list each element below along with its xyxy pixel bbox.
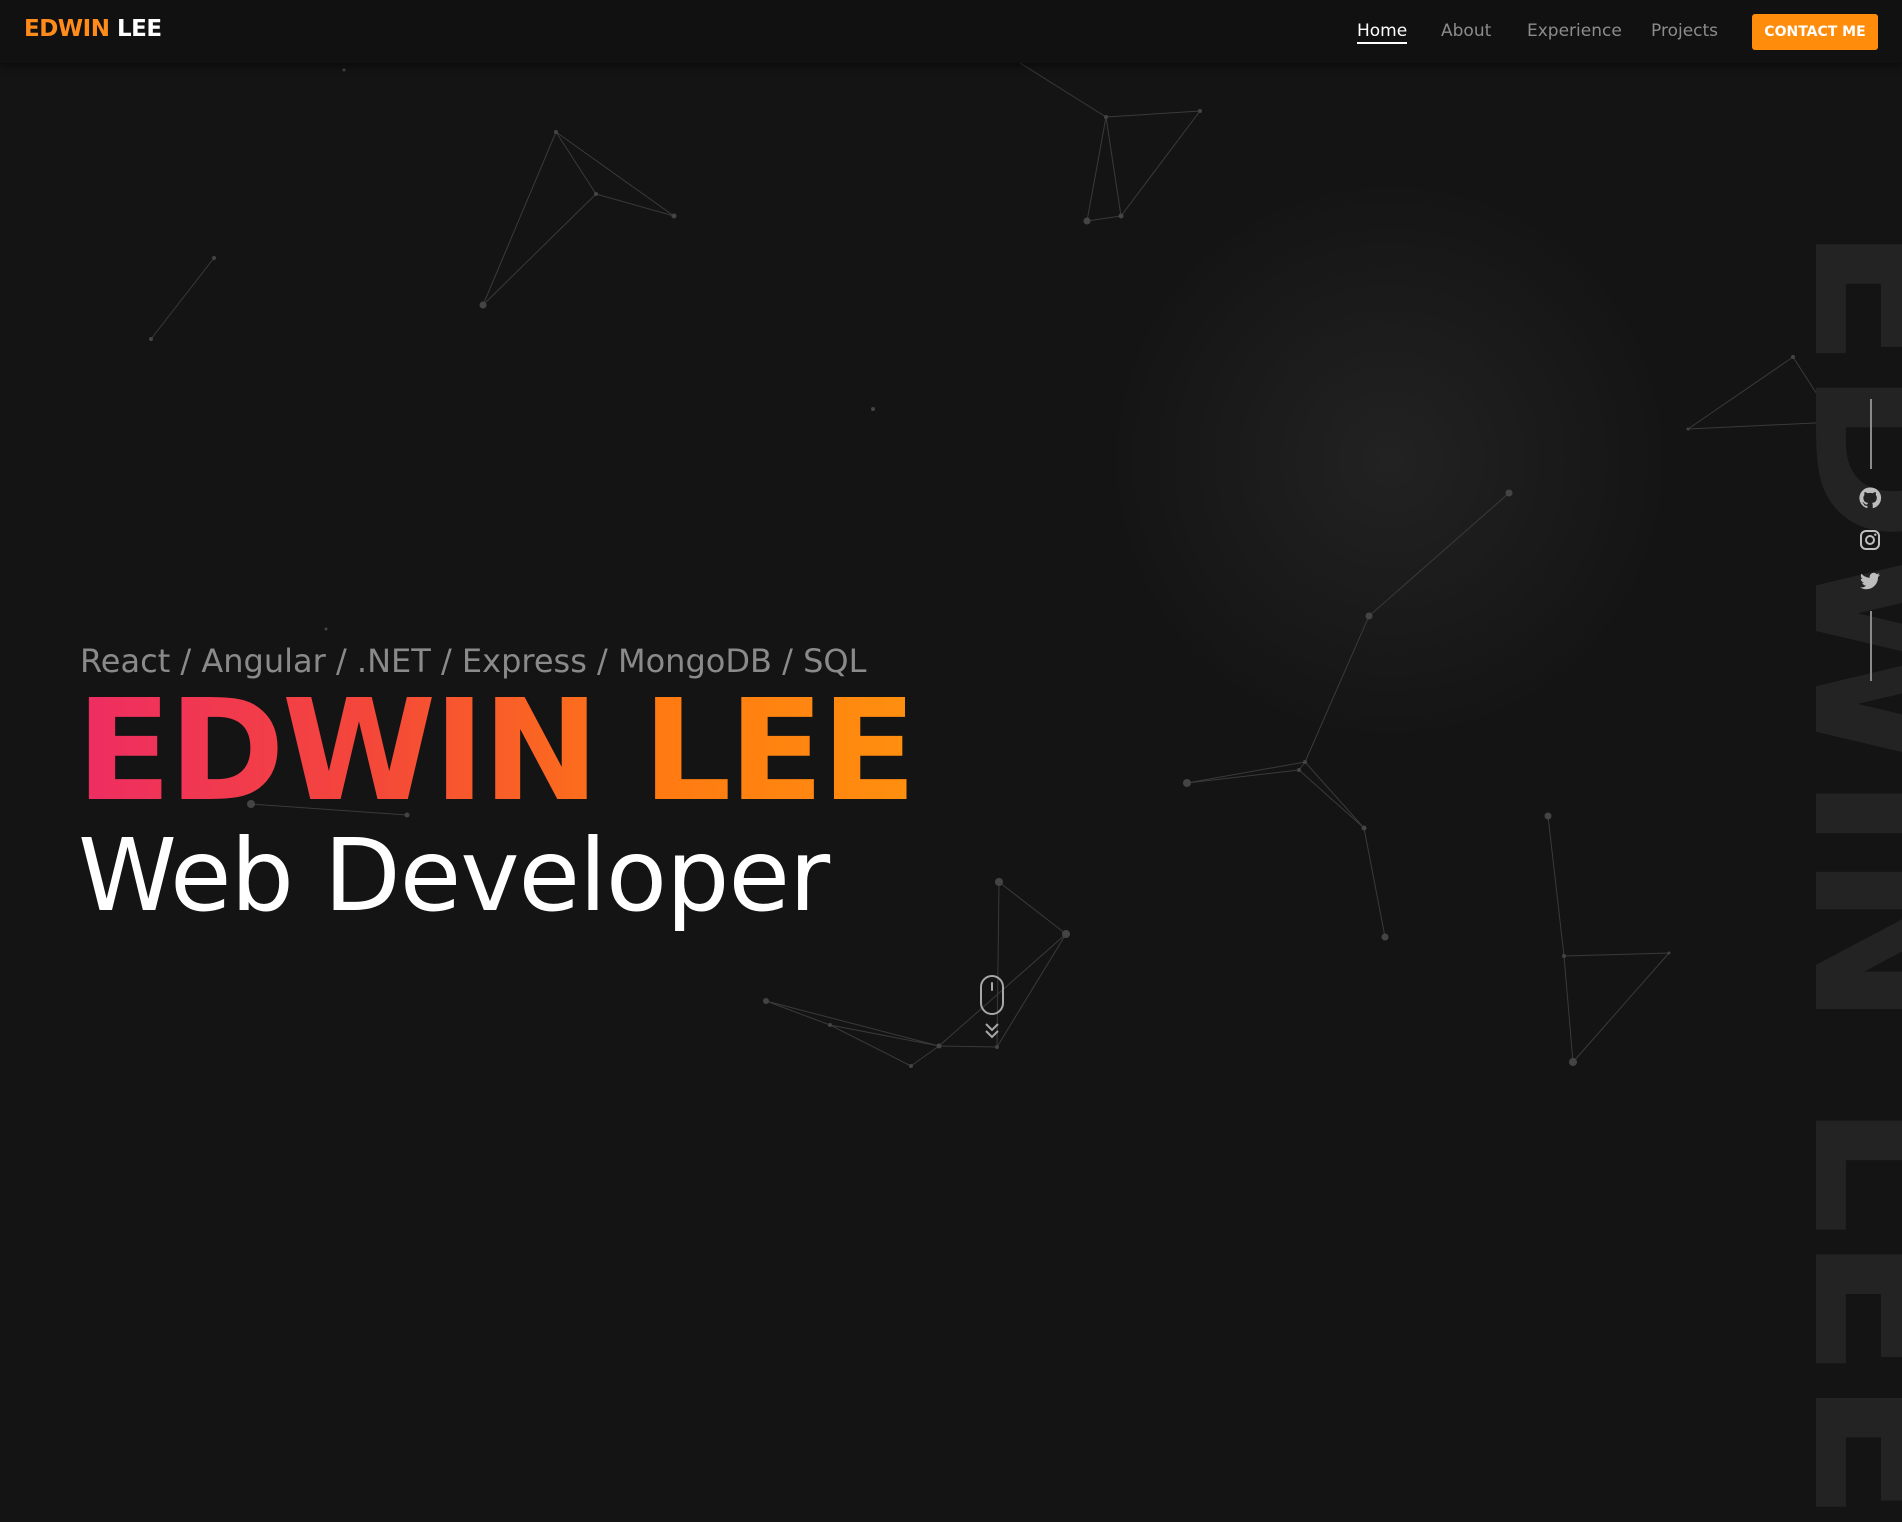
double-chevron-down-icon[interactable] bbox=[983, 1022, 1001, 1040]
github-icon[interactable] bbox=[1858, 486, 1882, 510]
contact-me-button[interactable]: CONTACT ME bbox=[1752, 14, 1878, 50]
mouse-icon[interactable] bbox=[979, 974, 1005, 1016]
top-navbar: EDWIN LEE Home About Experience Projects… bbox=[0, 0, 1902, 63]
hero-role: Web Developer bbox=[78, 817, 830, 934]
twitter-icon[interactable] bbox=[1858, 569, 1882, 593]
hero-name: EDWIN LEE bbox=[76, 670, 917, 833]
nav-link-home[interactable]: Home bbox=[1357, 21, 1408, 44]
nav-link-about[interactable]: About bbox=[1441, 21, 1491, 41]
nav-link-projects[interactable]: Projects bbox=[1651, 21, 1718, 41]
logo-first-name: EDWIN bbox=[24, 16, 110, 42]
instagram-icon[interactable] bbox=[1858, 528, 1882, 552]
social-divider-top bbox=[1870, 399, 1872, 469]
social-divider-bottom bbox=[1870, 611, 1872, 681]
nav-link-experience[interactable]: Experience bbox=[1527, 21, 1622, 41]
logo-last-name: LEE bbox=[117, 16, 162, 42]
site-logo[interactable]: EDWIN LEE bbox=[24, 16, 162, 42]
